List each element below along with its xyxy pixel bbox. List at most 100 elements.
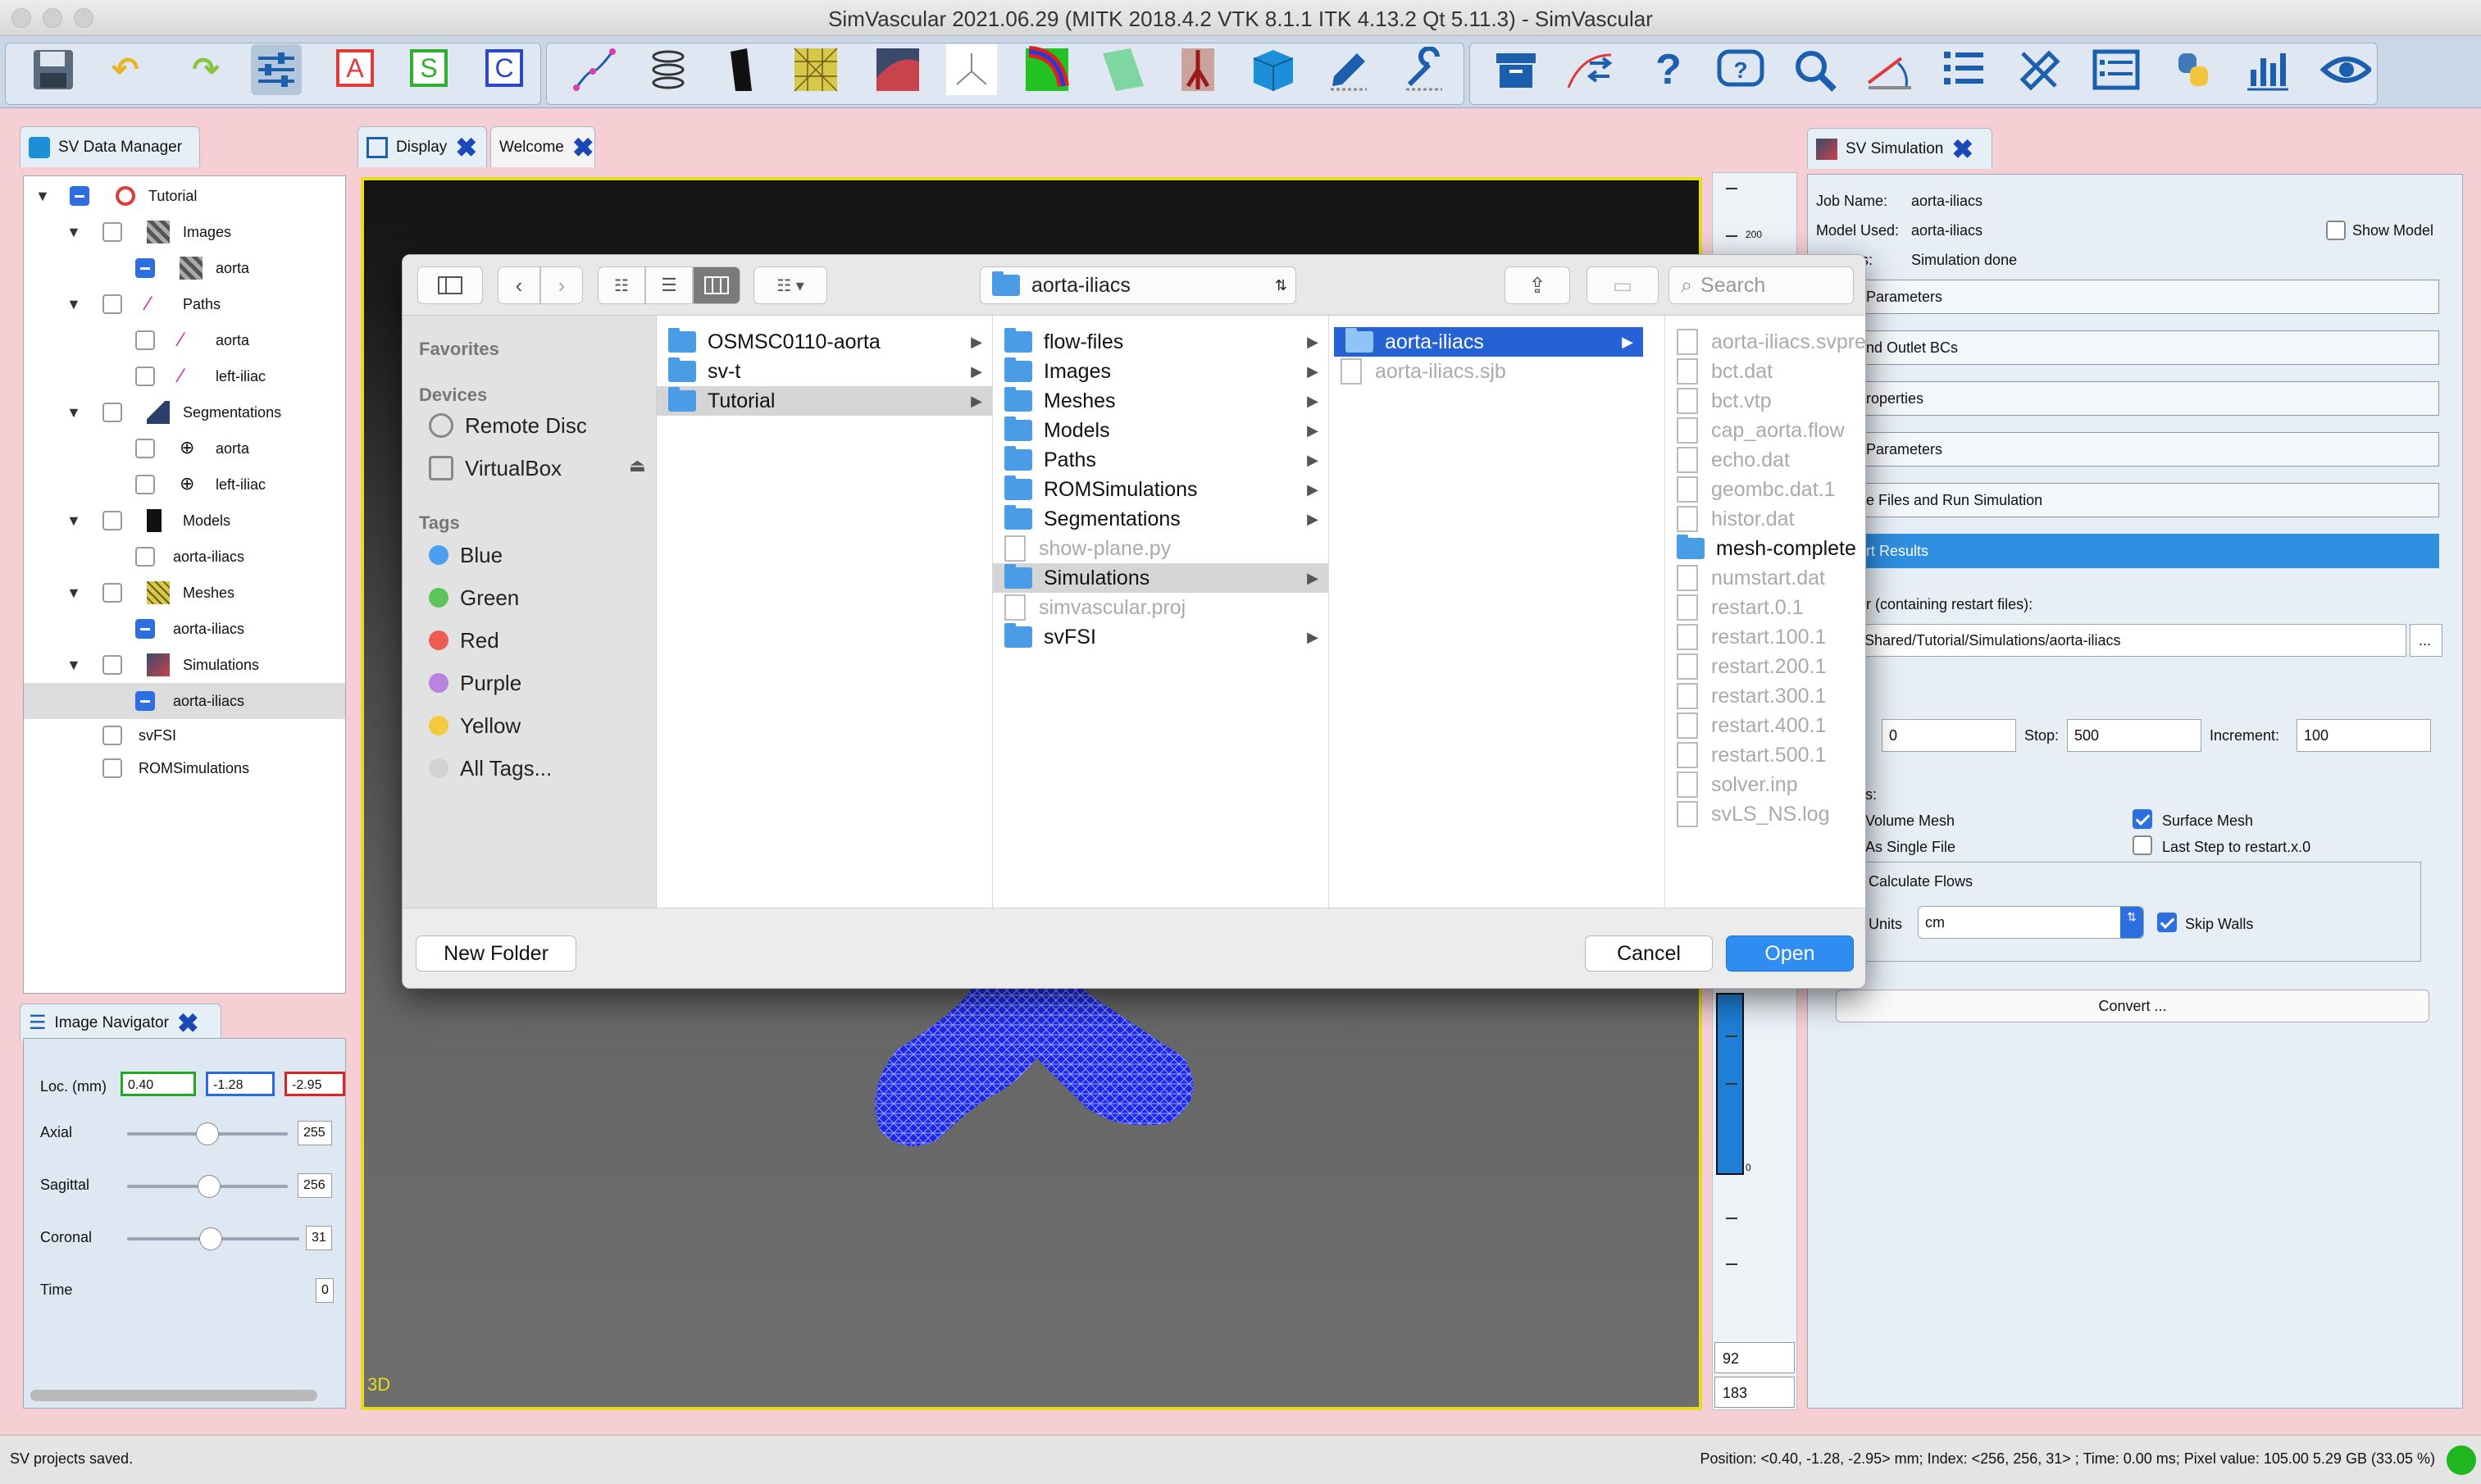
folder-row-highlighted[interactable]: aorta-iliacs ▶ — [1334, 327, 1643, 357]
tree-row-images[interactable]: ▼ Images — [24, 214, 345, 250]
tree-row-segmentations[interactable]: ▼ Segmentations — [24, 394, 345, 430]
close-icon[interactable]: ✖ — [455, 134, 477, 161]
units-select[interactable]: cm ⇅ — [1918, 906, 2144, 939]
tree-row-seg-left-iliac[interactable]: ⊕ left-iliac — [24, 467, 345, 503]
section-create-files-run[interactable]: e Files and Run Simulation — [1832, 483, 2439, 517]
forward-button[interactable]: › — [540, 266, 583, 304]
visibility-checkbox[interactable] — [135, 366, 155, 386]
surface-icon[interactable] — [1097, 44, 1148, 95]
folder-row[interactable]: OSMSC0110-aorta ▶ — [657, 327, 992, 357]
file-row[interactable]: simvascular.proj — [993, 593, 1328, 622]
list-icon[interactable] — [1938, 44, 1989, 95]
visibility-checkbox[interactable] — [135, 330, 155, 350]
segmentation-icon[interactable] — [643, 44, 694, 95]
tab-image-navigator[interactable]: ☰ Image Navigator ✖ — [20, 1004, 221, 1041]
level-field[interactable]: 92 — [1714, 1342, 1795, 1373]
folder-row[interactable]: Segmentations ▶ — [993, 504, 1328, 534]
folder-row[interactable]: mesh-complete — [1665, 534, 1865, 563]
folder-row[interactable]: Models ▶ — [993, 416, 1328, 445]
folder-row[interactable]: Images ▶ — [993, 357, 1328, 386]
vessel-icon[interactable] — [1022, 44, 1072, 95]
visibility-checkbox[interactable] — [102, 511, 122, 530]
ruler-icon[interactable] — [2014, 44, 2064, 95]
sidebar-tag-yellow[interactable]: Yellow — [429, 708, 521, 744]
section-inlet-outlet-bcs[interactable]: nd Outlet BCs — [1832, 330, 2439, 365]
folder-row[interactable]: Paths ▶ — [993, 445, 1328, 475]
sagittal-spinbox[interactable]: 256 — [298, 1173, 332, 1198]
archive-icon[interactable] — [1491, 44, 1541, 95]
open-button[interactable]: Open — [1726, 935, 1854, 972]
file-row[interactable]: show-plane.py — [993, 534, 1328, 563]
expand-arrow-icon[interactable]: ▼ — [66, 404, 81, 421]
chart-icon[interactable] — [2242, 44, 2292, 95]
mesh-icon[interactable] — [790, 44, 841, 95]
sidebar-item-virtualbox[interactable]: VirtualBox — [429, 450, 562, 486]
file-row[interactable]: restart.500.1 — [1665, 740, 1865, 770]
cancel-button[interactable]: Cancel — [1585, 935, 1713, 972]
file-row[interactable]: numstart.dat — [1665, 563, 1865, 593]
axial-spinbox[interactable]: 255 — [298, 1121, 332, 1145]
surface-mesh-checkbox[interactable] — [2133, 809, 2152, 829]
annotation-s-icon[interactable]: S — [410, 49, 448, 87]
tree-row-romsimulations[interactable]: ROMSimulations — [24, 750, 345, 786]
tag-button[interactable]: ▭ — [1586, 266, 1659, 304]
eye-icon[interactable] — [2320, 44, 2371, 95]
folder-row-selected[interactable]: Simulations ▶ — [993, 563, 1328, 593]
increment-field[interactable]: 100 — [2297, 719, 2431, 752]
tree-row-paths[interactable]: ▼ ∕ Paths — [24, 286, 345, 322]
sidebar-tag-green[interactable]: Green — [429, 580, 519, 616]
sidebar-all-tags[interactable]: All Tags... — [429, 750, 552, 786]
tab-sv-simulation[interactable]: SV Simulation ✖ — [1807, 128, 1992, 169]
file-row[interactable]: restart.0.1 — [1665, 593, 1865, 622]
file-row[interactable]: aorta-iliacs.svpre — [1665, 327, 1865, 357]
horizontal-scrollbar[interactable] — [30, 1390, 317, 1401]
tree-row-model-aorta-iliacs[interactable]: aorta-iliacs — [24, 539, 345, 575]
icon-view-button[interactable]: ☷ — [598, 266, 645, 304]
location-popup[interactable]: aorta-iliacs ⇅ — [980, 266, 1296, 304]
faq-icon[interactable]: ? — [1715, 44, 1766, 95]
save-icon[interactable] — [28, 44, 79, 95]
time-spinbox[interactable]: 0 — [316, 1278, 334, 1303]
file-row[interactable]: aorta-iliacs.sjb — [1329, 357, 1664, 386]
new-folder-button[interactable]: New Folder — [416, 935, 576, 972]
sidebar-toggle-button[interactable] — [417, 266, 483, 304]
measure-icon[interactable] — [1864, 44, 1915, 95]
file-row[interactable]: histor.dat — [1665, 504, 1865, 534]
file-row[interactable]: restart.100.1 — [1665, 622, 1865, 652]
eject-icon[interactable]: ⏏ — [629, 455, 646, 476]
sidebar-tag-blue[interactable]: Blue — [429, 537, 503, 573]
skip-walls-checkbox[interactable] — [2157, 913, 2177, 932]
file-row[interactable]: restart.200.1 — [1665, 652, 1865, 681]
tree-row-models[interactable]: ▼ Models — [24, 503, 345, 539]
expand-arrow-icon[interactable]: ▼ — [66, 224, 81, 241]
visibility-checkbox[interactable] — [135, 547, 155, 567]
folder-row-selected[interactable]: Tutorial ▶ — [657, 386, 992, 416]
file-row[interactable]: echo.dat — [1665, 445, 1865, 475]
folder-row[interactable]: flow-files ▶ — [993, 327, 1328, 357]
help-icon[interactable]: ? — [1643, 44, 1694, 95]
search-field[interactable]: ⌕ Search — [1668, 266, 1854, 304]
show-model-checkbox[interactable] — [2326, 221, 2346, 240]
expand-arrow-icon[interactable]: ▼ — [66, 512, 81, 530]
tree-row-simulations[interactable]: ▼ Simulations — [24, 647, 345, 683]
path-icon[interactable] — [569, 44, 620, 95]
column-view-button[interactable] — [693, 266, 740, 304]
sidebar-item-remote-disc[interactable]: Remote Disc — [429, 407, 587, 444]
folder-row[interactable]: sv-t ▶ — [657, 357, 992, 386]
sliders-icon[interactable] — [251, 44, 302, 95]
undo-icon[interactable]: ↶ — [100, 44, 151, 95]
tab-sv-data-manager[interactable]: SV Data Manager — [20, 126, 200, 167]
window-field[interactable]: 183 — [1714, 1377, 1795, 1408]
visibility-checkbox[interactable] — [135, 258, 155, 278]
tree-row-path-aorta[interactable]: ∕ aorta — [24, 322, 345, 358]
redo-icon[interactable]: ↷ — [180, 44, 231, 95]
file-row[interactable]: restart.300.1 — [1665, 681, 1865, 711]
start-field[interactable]: 0 — [1882, 719, 2016, 752]
slider-handle[interactable] — [199, 1227, 222, 1250]
list-view-button[interactable]: ☰ — [645, 266, 693, 304]
model-icon[interactable] — [717, 44, 767, 95]
tab-welcome[interactable]: Welcome ✖ — [490, 126, 595, 167]
axial-slider[interactable] — [127, 1122, 288, 1145]
coronal-spinbox[interactable]: 31 — [306, 1226, 332, 1250]
visibility-checkbox[interactable] — [102, 758, 122, 778]
